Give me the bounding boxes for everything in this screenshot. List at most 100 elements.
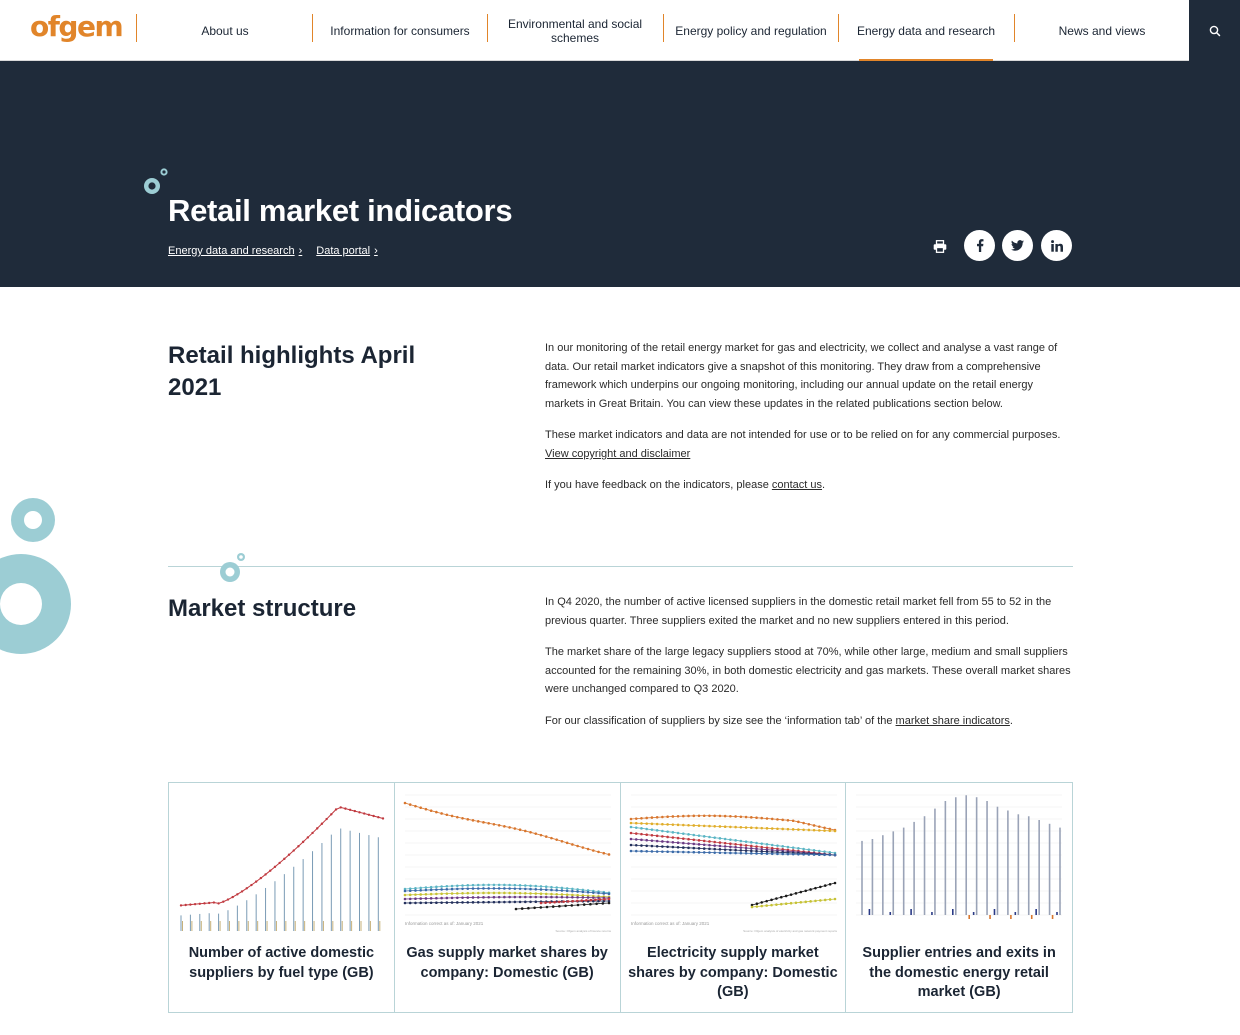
card-active-suppliers[interactable]: Number of active domestic suppliers by f… xyxy=(169,783,395,1012)
chart-point xyxy=(718,844,721,848)
chart-point xyxy=(419,901,422,905)
chart-point xyxy=(650,828,653,831)
chart-point xyxy=(739,839,742,843)
chart-point xyxy=(833,853,836,857)
chart-point xyxy=(487,883,490,887)
chart-point xyxy=(508,826,511,829)
breadcrumb-label: Energy data and research xyxy=(168,245,295,257)
chart-point xyxy=(817,825,821,828)
nav-about-us[interactable]: About us xyxy=(137,0,313,61)
chart-point xyxy=(492,883,495,887)
chart-point xyxy=(445,813,448,817)
chart-point xyxy=(445,896,448,900)
chart-point xyxy=(518,887,522,891)
chart-point xyxy=(460,896,464,899)
chart-point xyxy=(728,838,732,841)
chart-point xyxy=(712,851,716,854)
chart-point xyxy=(476,887,480,890)
chart-point xyxy=(264,873,267,876)
chart-point xyxy=(471,887,475,890)
chart-point xyxy=(372,814,375,818)
chart-point xyxy=(712,824,716,828)
chart-point xyxy=(660,850,664,853)
chart-point xyxy=(691,814,695,818)
chart-point xyxy=(460,887,464,891)
facebook-share-button[interactable] xyxy=(964,230,995,261)
chart-point xyxy=(528,895,532,899)
chart-point xyxy=(408,803,412,806)
chart-point xyxy=(518,828,522,832)
chart-point xyxy=(586,896,590,899)
chart-point xyxy=(287,853,291,856)
ofgem-logo[interactable]: ofgem xyxy=(30,10,124,43)
chart-point xyxy=(595,902,598,906)
chart-point xyxy=(557,904,561,908)
chart-point xyxy=(424,807,427,811)
chart-point xyxy=(739,851,742,855)
chart-point xyxy=(576,844,579,848)
chart-point xyxy=(408,893,412,897)
chart-point xyxy=(198,902,201,905)
chart-point xyxy=(481,883,485,887)
chart-point xyxy=(471,896,475,899)
chart-point xyxy=(523,900,527,904)
chart-point xyxy=(408,889,412,893)
chart-point xyxy=(650,822,653,826)
breadcrumb-energy-data-research[interactable]: Energy data and research › xyxy=(168,245,302,257)
twitter-share-button[interactable] xyxy=(1002,230,1033,261)
chart-point xyxy=(817,829,821,832)
card-electricity-market-shares[interactable]: Information correct as of: January 2021 … xyxy=(621,783,847,1012)
chart-point xyxy=(723,851,726,855)
nav-news-and-views[interactable]: News and views xyxy=(1014,0,1190,61)
chart-point xyxy=(434,901,438,904)
print-button[interactable] xyxy=(928,234,952,258)
chart-point xyxy=(593,898,597,902)
chart-point xyxy=(528,831,532,834)
chart-point xyxy=(634,832,638,835)
chart-point xyxy=(644,816,648,820)
chart-point xyxy=(413,897,417,901)
search-button[interactable] xyxy=(1189,0,1240,61)
chart-point xyxy=(822,853,826,857)
market-share-indicators-link[interactable]: market share indicators xyxy=(896,715,1010,727)
chart-point xyxy=(644,850,648,853)
breadcrumb-data-portal[interactable]: Data portal › xyxy=(316,245,377,257)
nav-information-for-consumers[interactable]: Information for consumers xyxy=(312,0,488,61)
chart-point xyxy=(582,903,586,906)
nav-energy-policy-regulation[interactable]: Energy policy and regulation xyxy=(663,0,839,61)
card-supplier-entries-exits[interactable]: Supplier entries and exits in the domest… xyxy=(846,783,1072,1012)
chart-point xyxy=(549,836,553,840)
chart-point xyxy=(702,814,706,818)
chart-point xyxy=(548,901,552,904)
chart-point xyxy=(697,851,700,854)
contact-us-link[interactable]: contact us xyxy=(772,479,822,491)
chart-point xyxy=(686,823,690,827)
chart-point xyxy=(513,883,516,887)
chart-point xyxy=(544,885,548,889)
nav-environmental-social-schemes[interactable]: Environmental and social schemes xyxy=(487,0,663,61)
chart-point xyxy=(686,833,690,836)
chart-point xyxy=(833,881,836,885)
paragraph-text: For our classification of suppliers by s… xyxy=(545,714,893,727)
chart-point xyxy=(560,895,563,899)
chart-point xyxy=(497,900,501,904)
chart-point xyxy=(691,842,695,846)
copyright-disclaimer-link[interactable]: View copyright and disclaimer xyxy=(545,448,690,460)
chart-point xyxy=(807,822,810,826)
chart-point xyxy=(807,853,810,856)
linkedin-share-button[interactable] xyxy=(1041,230,1072,261)
chart-point xyxy=(775,818,779,821)
chart-point xyxy=(189,903,192,906)
chart-point xyxy=(450,896,454,900)
chart-point xyxy=(774,897,778,900)
chart-point xyxy=(728,845,732,849)
chart-point xyxy=(718,848,721,851)
chart-point xyxy=(466,887,469,890)
chart-point xyxy=(827,853,831,857)
card-gas-market-shares[interactable]: Information correct as of: January 2021 … xyxy=(395,783,621,1012)
chart-point xyxy=(539,892,543,895)
chart-point xyxy=(812,853,815,856)
nav-energy-data-research[interactable]: Energy data and research xyxy=(838,0,1014,62)
chart-point xyxy=(508,883,511,887)
chart-point xyxy=(718,841,721,844)
